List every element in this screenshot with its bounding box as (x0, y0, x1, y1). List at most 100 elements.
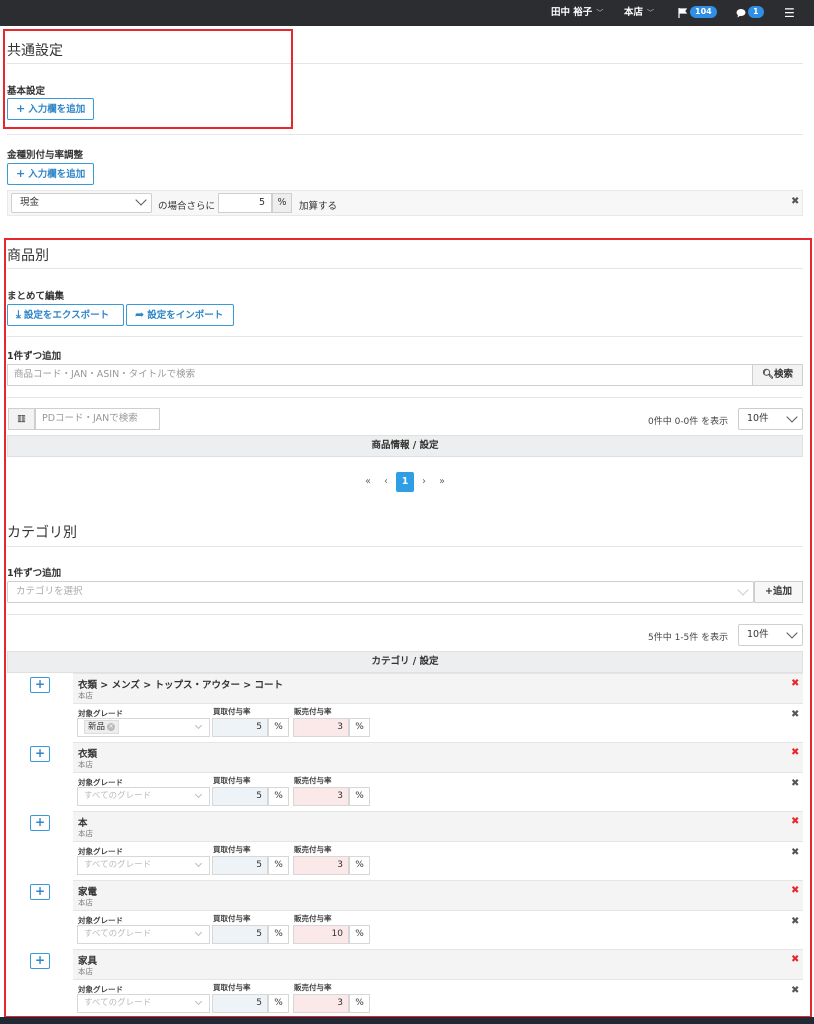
pager-page-1[interactable]: 1 (396, 472, 414, 492)
buy-rate-input[interactable]: 5 (212, 718, 268, 737)
category-add-label: 追加 (772, 586, 792, 597)
chevron-down-icon (194, 859, 203, 868)
percent-unit: % (268, 856, 289, 875)
percent-unit: % (349, 994, 370, 1013)
add-input-button[interactable]: + 入力欄を追加 (7, 163, 95, 185)
grade-tag: 新品 × (84, 720, 120, 734)
buy-rate-input[interactable]: 5 (212, 787, 268, 806)
delete-category-icon[interactable]: ✖ (791, 816, 799, 827)
grade-select[interactable]: すべてのグレード (77, 925, 210, 944)
buy-rate-input[interactable]: 5 (212, 994, 268, 1013)
remove-setting-icon[interactable]: ✖ (791, 916, 799, 927)
category-row-header (73, 742, 803, 772)
category-row-header (73, 811, 803, 841)
remove-setting-icon[interactable]: ✖ (791, 847, 799, 858)
rate-input[interactable]: 5 (218, 193, 272, 213)
buy-rate-label: 買取付与率 (213, 845, 251, 854)
add-input-label: 入力欄を追加 (28, 169, 86, 180)
pager-next[interactable]: › (416, 472, 432, 492)
remove-row-icon[interactable]: ✖ (791, 196, 799, 207)
category-row-header (73, 949, 803, 979)
remove-setting-icon[interactable]: ✖ (791, 985, 799, 996)
sell-rate-label: 販売付与率 (294, 914, 332, 923)
grade-select[interactable]: すべてのグレード (77, 787, 210, 806)
buy-rate-label: 買取付与率 (213, 776, 251, 785)
pager-prev[interactable]: ‹ (378, 472, 394, 492)
percent-unit: % (349, 787, 370, 806)
delete-category-icon[interactable]: ✖ (791, 885, 799, 896)
remove-setting-icon[interactable]: ✖ (791, 778, 799, 789)
sell-rate-input[interactable]: 3 (293, 856, 349, 875)
grade-select[interactable]: すべてのグレード (77, 856, 210, 875)
expand-row-button[interactable]: + (30, 953, 50, 969)
messages-button[interactable]: 1 (736, 0, 764, 26)
divider (7, 614, 803, 615)
divider (7, 546, 803, 547)
export-label: 設定をエクスポート (23, 310, 110, 321)
tail-text: 加算する (299, 201, 338, 212)
plus-icon: + (765, 586, 773, 597)
remove-setting-icon[interactable]: ✖ (791, 709, 799, 720)
delete-category-icon[interactable]: ✖ (791, 678, 799, 689)
remove-tag-icon[interactable]: × (107, 722, 116, 731)
pager-last[interactable]: » (434, 472, 450, 492)
pager-first[interactable]: « (360, 472, 376, 492)
grade-select[interactable]: 新品 × (77, 718, 210, 737)
buy-rate-input[interactable]: 5 (212, 856, 268, 875)
per-page-value: 10件 (747, 413, 769, 424)
store-menu[interactable]: 本店 ﹀ (624, 0, 654, 26)
divider (7, 268, 803, 269)
category-select[interactable]: カテゴリを選択 (7, 581, 754, 603)
expand-row-button[interactable]: + (30, 677, 50, 693)
bottom-strip (0, 1017, 814, 1024)
export-settings-button[interactable]: ⤓ 設定をエクスポート (7, 304, 124, 326)
search-button[interactable]: 🔍︎検索 (752, 364, 803, 386)
plus-icon: + (16, 102, 26, 115)
hamburger-menu-icon[interactable]: ☰ (784, 0, 795, 26)
divider (7, 63, 803, 64)
product-per-page-select[interactable]: 10件 (738, 408, 803, 430)
chevron-down-icon (737, 584, 749, 596)
category-per-page-select[interactable]: 10件 (738, 624, 803, 646)
pd-search-input[interactable]: PDコード・JANで検索 (35, 408, 160, 430)
expand-row-button[interactable]: + (30, 746, 50, 762)
notifications-button[interactable]: 104 (678, 0, 717, 26)
delete-category-icon[interactable]: ✖ (791, 954, 799, 965)
category-name: 本 (78, 818, 88, 829)
chevron-down-icon: ﹀ (596, 9, 604, 17)
grade-placeholder: すべてのグレード (84, 791, 152, 801)
category-add-button[interactable]: +追加 (754, 581, 803, 603)
chevron-down-icon (194, 997, 203, 1006)
buy-rate-input[interactable]: 5 (212, 925, 268, 944)
delete-category-icon[interactable]: ✖ (791, 747, 799, 758)
sell-rate-label: 販売付与率 (294, 776, 332, 785)
user-menu[interactable]: 田中 裕子 ﹀ (551, 0, 603, 26)
sell-rate-input[interactable]: 10 (293, 925, 349, 944)
plus-icon: + (16, 167, 26, 180)
percent-unit: % (268, 718, 289, 737)
sell-rate-input[interactable]: 3 (293, 787, 349, 806)
sell-rate-input[interactable]: 3 (293, 994, 349, 1013)
import-settings-button[interactable]: ➦ 設定をインポート (126, 304, 234, 326)
percent-unit: % (268, 925, 289, 944)
category-table-header: カテゴリ / 設定 (7, 651, 803, 673)
common-settings-title: 共通設定 (7, 43, 63, 59)
buy-rate-label: 買取付与率 (213, 914, 251, 923)
sell-rate-input[interactable]: 3 (293, 718, 349, 737)
expand-row-button[interactable]: + (30, 815, 50, 831)
category-name: 衣類 > メンズ > トップス・アウター > コート (78, 680, 284, 691)
payment-type-value: 現金 (20, 197, 40, 208)
add-input-label: 入力欄を追加 (28, 104, 86, 115)
grade-select[interactable]: すべてのグレード (77, 994, 210, 1013)
product-search-input[interactable]: 商品コード・JAN・ASIN・タイトルで検索 (7, 364, 753, 386)
payment-type-label: 金種別付与率調整 (7, 150, 84, 161)
category-store: 本店 (78, 760, 93, 769)
import-label: 設定をインポート (147, 310, 224, 321)
expand-row-button[interactable]: + (30, 884, 50, 900)
share-icon: ➦ (135, 308, 145, 321)
divider (7, 397, 803, 398)
percent-unit: % (272, 193, 292, 213)
payment-type-select[interactable]: 現金 (11, 193, 152, 213)
barcode-icon: ▥ (8, 408, 35, 430)
add-input-button[interactable]: + 入力欄を追加 (7, 98, 95, 120)
